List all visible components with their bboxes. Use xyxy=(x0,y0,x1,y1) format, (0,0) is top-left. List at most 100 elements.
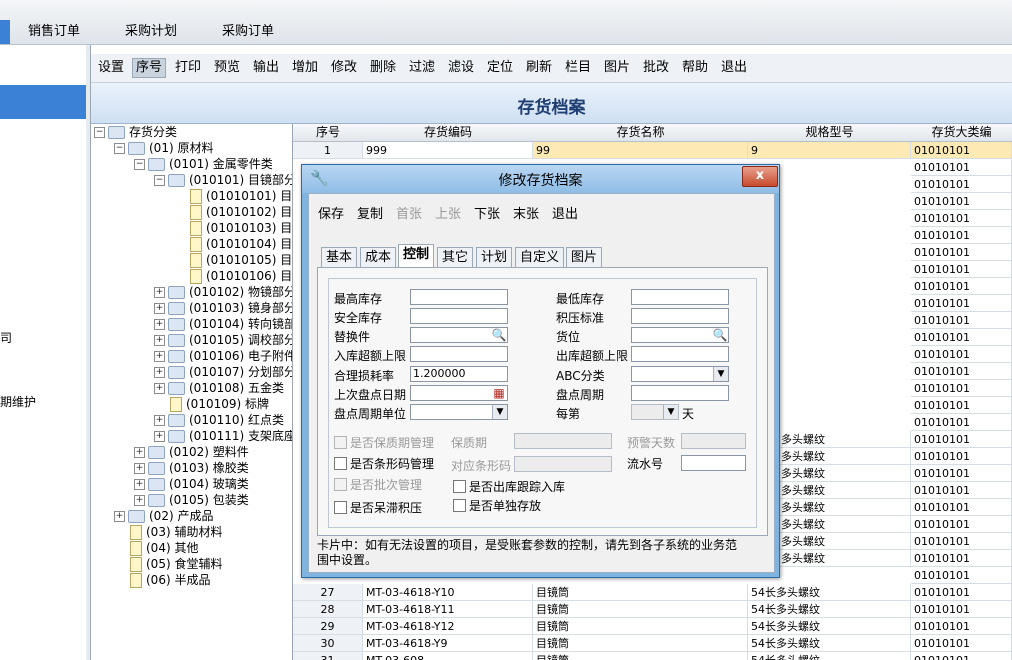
toolbar-seqno-button[interactable]: 序号 xyxy=(132,58,167,78)
dialog-copy-button[interactable]: 复制 xyxy=(357,203,383,222)
toolbar-delete-button[interactable]: 删除 xyxy=(367,59,399,77)
dialog-prev-button[interactable]: 上张 xyxy=(435,203,461,222)
left-nav-item[interactable]: 司 xyxy=(0,329,12,346)
tab-other[interactable]: 其它 xyxy=(437,247,474,268)
min-stock-input[interactable] xyxy=(631,289,729,305)
table-cell-name[interactable]: 目镜筒 xyxy=(533,652,748,660)
table-row-number[interactable]: 30 xyxy=(293,635,363,652)
expand-icon[interactable]: + xyxy=(154,287,165,298)
tab-sales-order[interactable]: 销售订单 xyxy=(28,22,80,42)
dialog-exit-button[interactable]: 退出 xyxy=(552,203,578,222)
stagnant-checkbox[interactable] xyxy=(334,501,347,514)
tab-cost[interactable]: 成本 xyxy=(360,247,397,268)
table-cell-category[interactable]: 01010101 xyxy=(911,329,1012,346)
table-cell-spec[interactable]: 多头螺纹 xyxy=(778,465,911,482)
collapse-icon[interactable]: − xyxy=(114,143,125,154)
last-count-date-input[interactable]: ▦ xyxy=(410,385,508,401)
tree-node[interactable]: (03) 辅助材料 xyxy=(130,524,222,540)
table-cell-code[interactable]: MT-03-4618-Y10 xyxy=(363,584,533,601)
table-cell-spec[interactable]: 54长多头螺纹 xyxy=(748,652,911,660)
toolbar-settings-button[interactable]: 设置 xyxy=(95,59,127,77)
shelf-life-mgmt-checkbox[interactable] xyxy=(334,436,347,449)
every-day-select[interactable]: ▼ xyxy=(631,404,679,420)
search-icon[interactable]: 🔍 xyxy=(712,327,728,343)
table-cell-category[interactable]: 01010101 xyxy=(911,414,1012,431)
table-cell-spec[interactable]: 多头螺纹 xyxy=(778,499,911,516)
chevron-down-icon[interactable]: ▼ xyxy=(663,405,678,419)
tree-node[interactable]: − 存货分类 xyxy=(94,124,177,140)
table-cell-category[interactable]: 01010101 xyxy=(911,210,1012,227)
search-icon[interactable]: 🔍 xyxy=(491,327,507,343)
tree-node[interactable]: (06) 半成品 xyxy=(130,572,210,588)
table-cell-category[interactable]: 01010101 xyxy=(911,516,1012,533)
toolbar-filter-button[interactable]: 过滤 xyxy=(406,59,438,77)
expand-icon[interactable]: + xyxy=(134,495,145,506)
toolbar-print-button[interactable]: 打印 xyxy=(172,59,204,77)
toolbar-preview-button[interactable]: 预览 xyxy=(211,59,243,77)
safety-stock-input[interactable] xyxy=(410,308,508,324)
table-cell-category[interactable]: 01010101 xyxy=(911,227,1012,244)
left-nav-selected-item[interactable] xyxy=(0,85,86,119)
table-cell-category[interactable]: 01010101 xyxy=(911,482,1012,499)
column-header-spec[interactable]: 规格型号 xyxy=(748,124,912,142)
column-header-name[interactable]: 存货名称 xyxy=(533,124,749,142)
toolbar-export-button[interactable]: 输出 xyxy=(250,59,282,77)
chevron-down-icon[interactable]: ▼ xyxy=(492,405,507,419)
table-cell-category[interactable]: 01010101 xyxy=(911,618,1012,635)
tree-node[interactable]: + (0104) 玻璃类 xyxy=(134,476,249,492)
abc-class-select[interactable]: ▼ xyxy=(631,366,729,382)
toolbar-columns-button[interactable]: 栏目 xyxy=(562,59,594,77)
dialog-next-button[interactable]: 下张 xyxy=(474,203,500,222)
separate-store-checkbox[interactable] xyxy=(453,499,466,512)
table-cell-category[interactable]: 01010101 xyxy=(911,363,1012,380)
close-button[interactable]: x xyxy=(742,166,778,187)
dialog-last-button[interactable]: 末张 xyxy=(513,203,539,222)
dialog-titlebar[interactable]: 🔧 修改存货档案 x xyxy=(302,165,779,193)
serial-input[interactable] xyxy=(681,455,746,471)
location-input[interactable]: 🔍 xyxy=(631,327,729,343)
table-cell-spec[interactable]: 多头螺纹 xyxy=(778,516,911,533)
column-header-seqno[interactable]: 序号 xyxy=(293,124,364,142)
table-cell-category[interactable]: 01010101 xyxy=(911,295,1012,312)
table-row-number[interactable]: 27 xyxy=(293,584,363,601)
expand-icon[interactable]: + xyxy=(154,415,165,426)
column-header-code[interactable]: 存货编码 xyxy=(363,124,534,142)
barcode-input[interactable] xyxy=(514,456,612,472)
shelf-life-input[interactable] xyxy=(514,433,612,449)
tree-node[interactable]: − (010101) 目镜部分 xyxy=(154,172,292,188)
table-cell-category[interactable]: 01010101 xyxy=(911,193,1012,210)
tab-control[interactable]: 控制 xyxy=(398,244,435,268)
table-row-number[interactable]: 1 xyxy=(293,142,363,159)
expand-icon[interactable]: + xyxy=(154,319,165,330)
table-cell-name[interactable]: 目镜筒 xyxy=(533,584,748,601)
table-cell-code[interactable]: MT-03-4618-Y12 xyxy=(363,618,533,635)
expand-icon[interactable]: + xyxy=(154,351,165,362)
expand-icon[interactable]: + xyxy=(134,447,145,458)
column-header-category[interactable]: 存货大类编 xyxy=(911,124,1012,142)
tree-node[interactable]: + (0102) 塑料件 xyxy=(134,444,249,460)
outbound-limit-input[interactable] xyxy=(631,346,729,362)
toolbar-edit-button[interactable]: 修改 xyxy=(328,59,360,77)
tab-plan[interactable]: 计划 xyxy=(476,247,513,268)
tree-node[interactable]: + (0103) 橡胶类 xyxy=(134,460,249,476)
table-cell-category[interactable]: 01010101 xyxy=(911,448,1012,465)
inbound-limit-input[interactable] xyxy=(410,346,508,362)
table-cell-code[interactable]: MT-03-4618-Y9 xyxy=(363,635,533,652)
table-cell-category[interactable]: 01010101 xyxy=(911,397,1012,414)
expand-icon[interactable]: + xyxy=(154,335,165,346)
table-cell-category[interactable]: 01010101 xyxy=(911,635,1012,652)
tree-node[interactable]: (01010102) 目 xyxy=(190,204,292,220)
tree-node[interactable]: + (010110) 红点类 xyxy=(154,412,284,428)
table-cell-code[interactable]: MT-03-608 xyxy=(363,652,533,660)
tree-node[interactable]: + (010108) 五金类 xyxy=(154,380,284,396)
loss-rate-input[interactable]: 1.200000 xyxy=(410,366,508,382)
table-cell-spec[interactable]: 多头螺纹 xyxy=(778,550,911,567)
tree-node[interactable]: + (010102) 物镜部分 xyxy=(154,284,292,300)
expand-icon[interactable]: + xyxy=(154,431,165,442)
table-cell-category[interactable]: 01010101 xyxy=(911,244,1012,261)
table-cell-spec[interactable]: 54长多头螺纹 xyxy=(748,618,911,635)
table-cell-name[interactable]: 目镜筒 xyxy=(533,635,748,652)
table-cell-name[interactable]: 目镜筒 xyxy=(533,601,748,618)
dialog-save-button[interactable]: 保存 xyxy=(318,203,344,222)
toolbar-refresh-button[interactable]: 刷新 xyxy=(523,59,555,77)
